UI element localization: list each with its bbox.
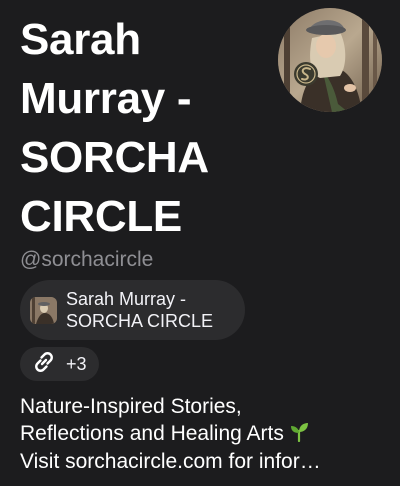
bio-line-2: Reflections and Healing Arts xyxy=(20,422,284,445)
avatar-photo xyxy=(278,8,382,112)
bio-line-3[interactable]: Visit sorchacircle.com for infor… xyxy=(20,449,390,475)
profile-avatar[interactable] xyxy=(278,8,382,112)
links-count: +3 xyxy=(66,353,87,374)
bio-line-2-wrap: Reflections and Healing Arts xyxy=(20,420,390,449)
bio-line-1: Nature-Inspired Stories, xyxy=(20,395,242,418)
link-icon xyxy=(30,348,58,381)
chip-avatar-photo xyxy=(30,296,57,324)
sprout-icon xyxy=(288,420,310,449)
profile-handle: @sorchacircle xyxy=(20,248,154,271)
links-button[interactable]: +3 xyxy=(20,347,99,381)
profile-bio: Nature-Inspired Stories, Reflections and… xyxy=(20,394,390,475)
profile-header: Sarah Murray - SORCHA CIRCLE @sorchacirc… xyxy=(0,0,400,486)
linked-account-chip[interactable]: Sarah Murray - SORCHA CIRCLE xyxy=(20,280,245,340)
display-name: Sarah Murray - SORCHA CIRCLE xyxy=(20,15,208,241)
chip-account-name: Sarah Murray - SORCHA CIRCLE xyxy=(66,289,214,331)
chip-avatar xyxy=(30,296,57,324)
